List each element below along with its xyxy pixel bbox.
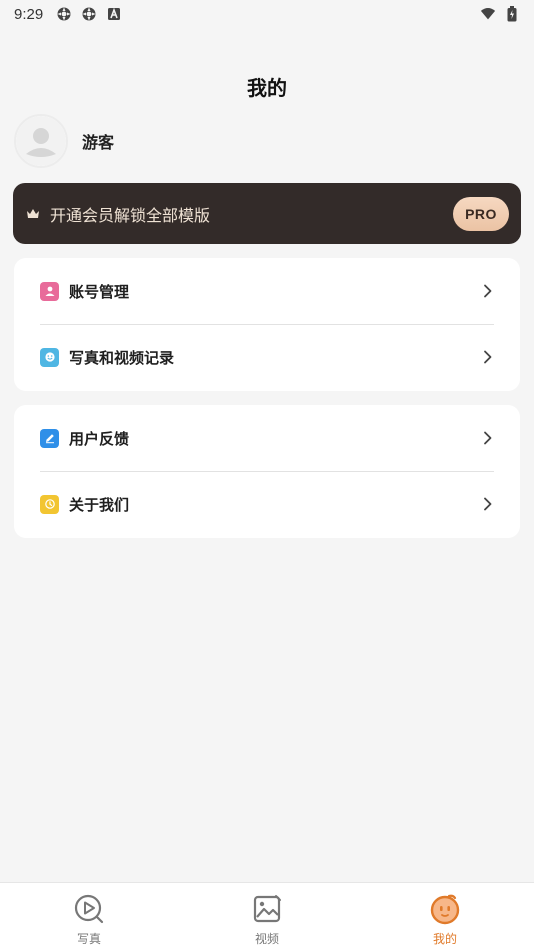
menu-item-label: 关于我们: [69, 495, 130, 514]
pro-banner-text: 开通会员解锁全部模版: [50, 205, 211, 225]
menu-item-label: 用户反馈: [69, 429, 130, 448]
nav-label: 写真: [76, 932, 101, 946]
play-search-icon: [73, 893, 105, 925]
pro-membership-banner[interactable]: 开通会员解锁全部模版 PRO: [13, 183, 521, 244]
face-icon: [429, 893, 461, 925]
edit-icon: [40, 428, 59, 448]
page-title: 我的: [247, 76, 287, 100]
settings-icon: [56, 6, 72, 22]
chevron-right-icon: [482, 284, 494, 298]
username: 游客: [82, 133, 115, 152]
status-bar: 9:29: [0, 0, 534, 28]
image-icon: [251, 893, 283, 925]
avatar[interactable]: [14, 114, 68, 168]
notification-a-icon: [106, 6, 122, 22]
profile-section[interactable]: 游客: [14, 114, 114, 168]
nav-label: 我的: [432, 932, 457, 946]
menu-item-account-management[interactable]: 账号管理: [14, 258, 520, 324]
tab-video[interactable]: 视频: [178, 883, 356, 950]
status-right: [480, 6, 520, 22]
status-time: 9:29: [14, 5, 44, 23]
menu-card-account: 账号管理 写真和视频记录: [14, 258, 520, 391]
status-left: 9:29: [14, 6, 122, 23]
tab-portrait[interactable]: 写真: [0, 883, 178, 950]
battery-icon: [504, 6, 520, 22]
menu-item-label: 账号管理: [69, 282, 130, 301]
pro-badge-button[interactable]: PRO: [453, 196, 509, 231]
bottom-nav: 写真 视频 我的: [0, 882, 534, 950]
settings-icon: [81, 6, 97, 22]
menu-item-about-us[interactable]: 关于我们: [14, 471, 520, 537]
smile-icon: [40, 347, 59, 367]
wifi-icon: [480, 6, 496, 22]
chevron-right-icon: [482, 350, 494, 364]
chevron-right-icon: [482, 431, 494, 445]
user-icon: [40, 281, 59, 301]
menu-item-feedback[interactable]: 用户反馈: [14, 405, 520, 471]
menu-item-label: 写真和视频记录: [69, 348, 175, 367]
crown-icon: [26, 208, 40, 220]
chevron-right-icon: [482, 497, 494, 511]
menu-card-support: 用户反馈 关于我们: [14, 405, 520, 538]
nav-label: 视频: [254, 932, 279, 946]
tab-mine[interactable]: 我的: [356, 883, 534, 950]
info-icon: [40, 494, 59, 514]
default-avatar-icon: [16, 116, 66, 166]
menu-item-records[interactable]: 写真和视频记录: [14, 324, 520, 390]
